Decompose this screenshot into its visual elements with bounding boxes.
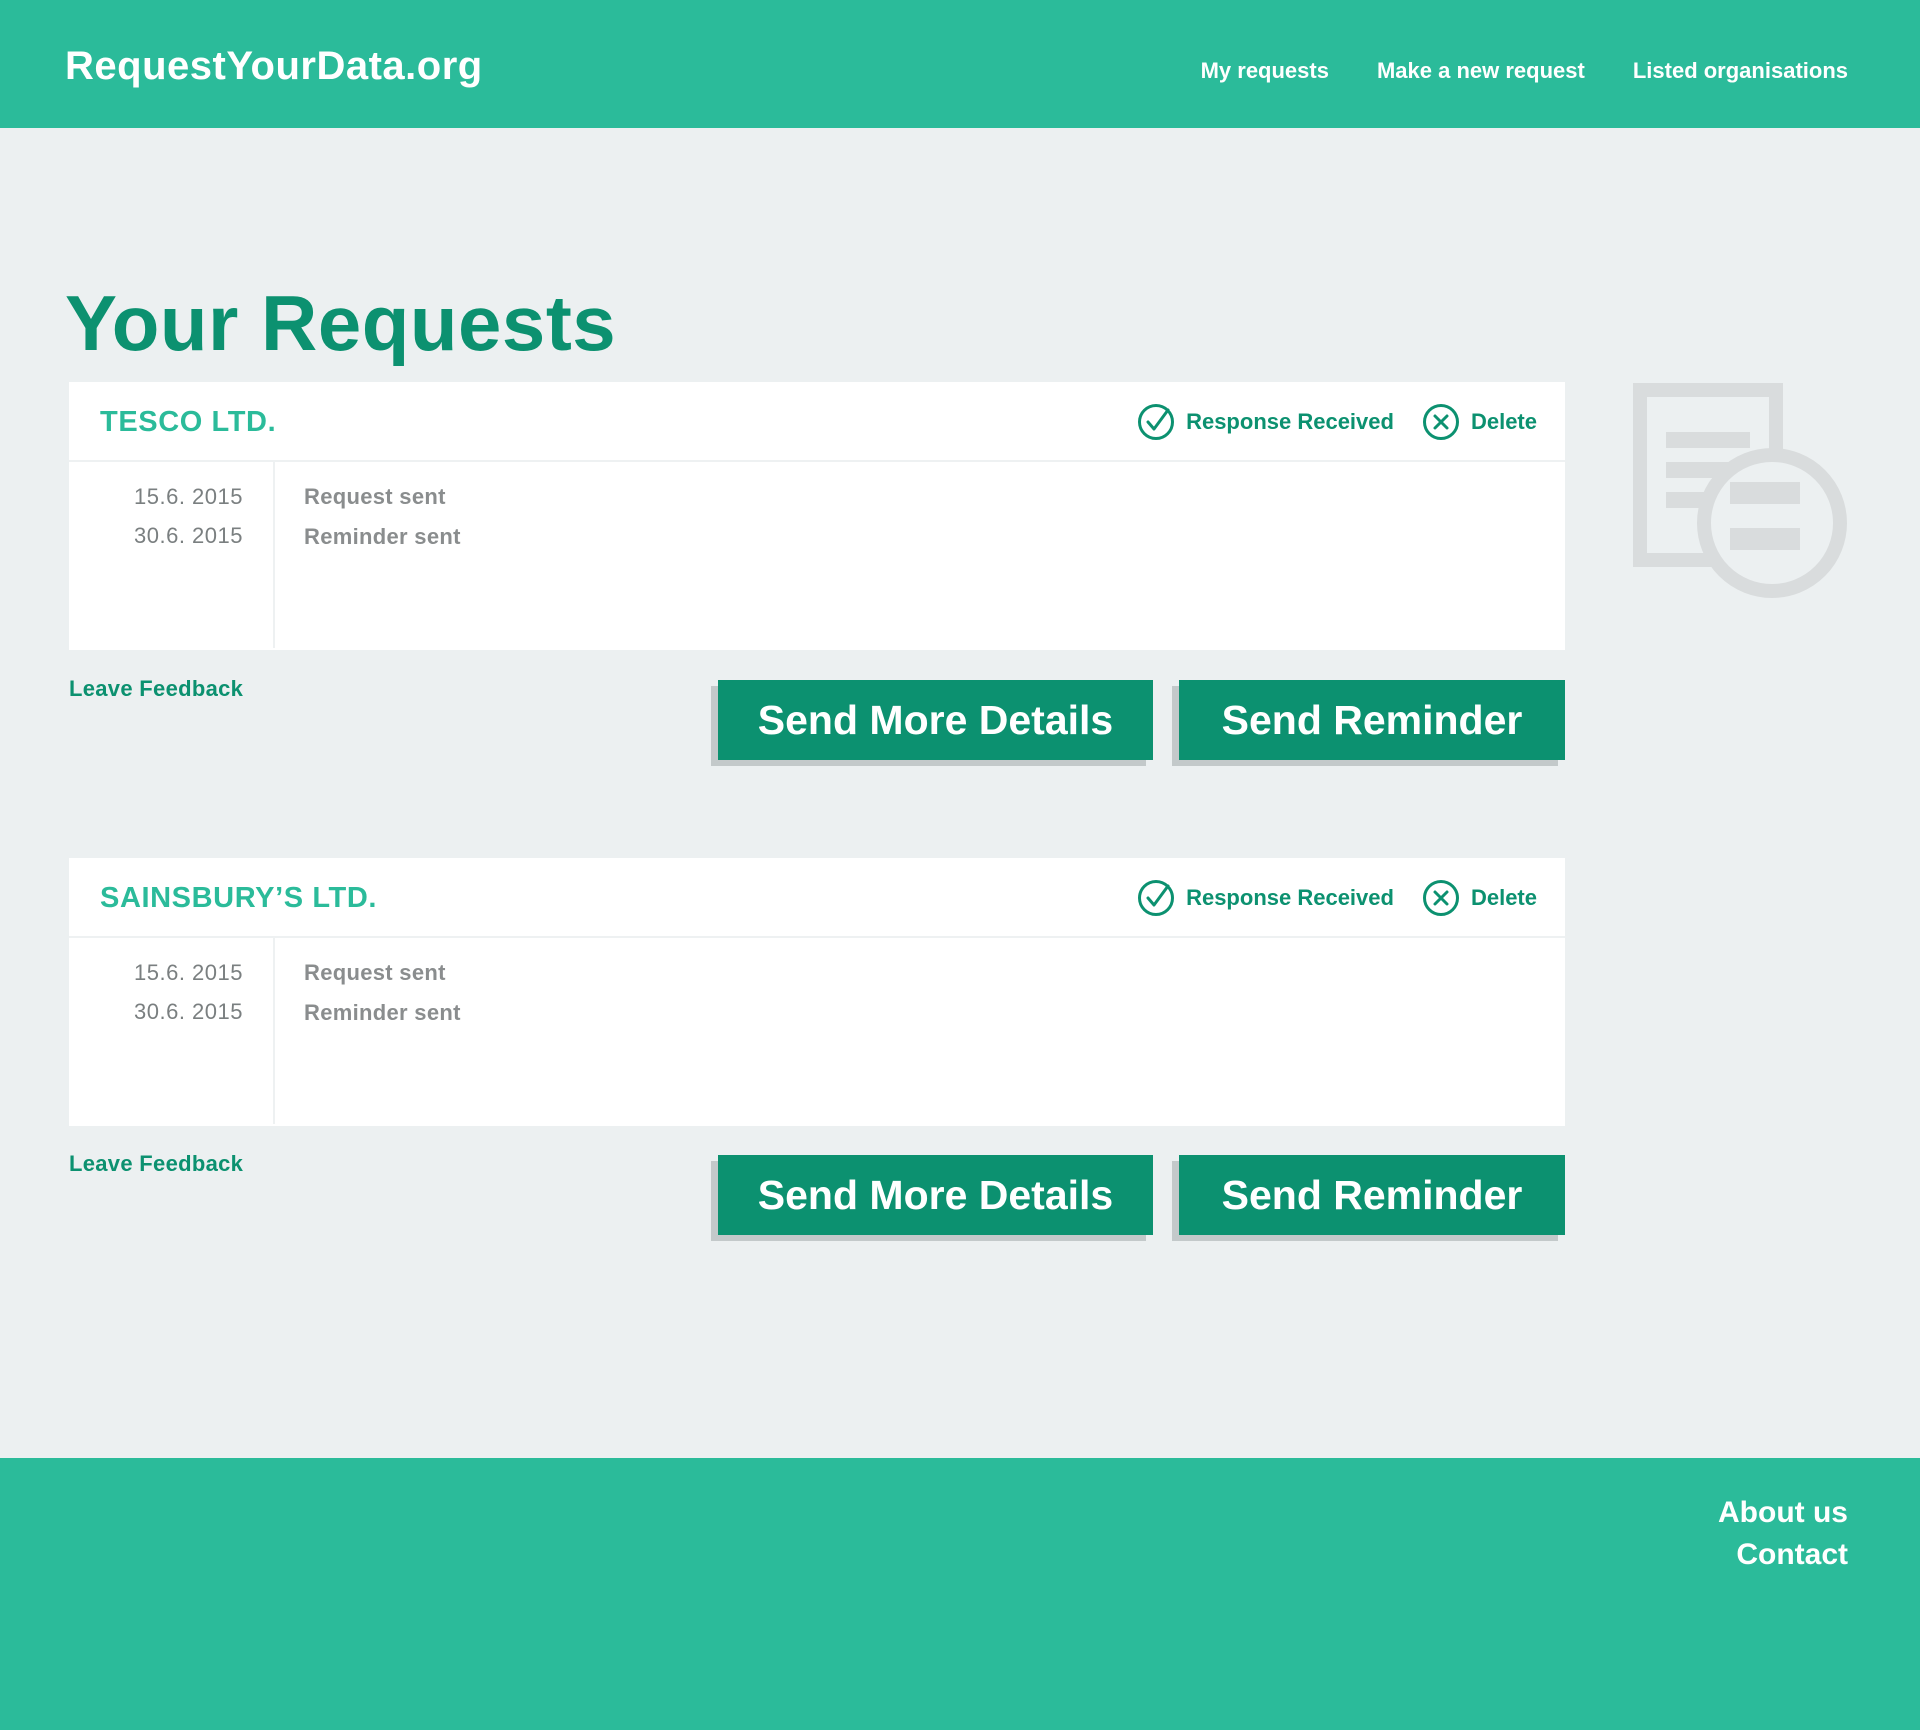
response-received-button[interactable]: Response Received — [1137, 403, 1394, 441]
response-received-label: Response Received — [1186, 409, 1394, 434]
delete-button[interactable]: Delete — [1422, 879, 1537, 917]
event-label: Request sent — [304, 960, 446, 985]
event-label: Reminder sent — [304, 524, 461, 549]
site-footer: About us Contact — [0, 1458, 1920, 1730]
event-date: 15.6. 2015 — [134, 960, 243, 985]
send-more-details-button[interactable]: Send More Details — [718, 680, 1153, 760]
request-card: SAINSBURY’S LTD. Response Received Delet… — [69, 858, 1565, 1126]
company-name: SAINSBURY’S LTD. — [100, 882, 378, 914]
send-more-details-button[interactable]: Send More Details — [718, 1155, 1153, 1235]
delete-label: Delete — [1470, 885, 1537, 910]
request-timeline: 15.6. 2015 30.6. 2015 Request sent Remin… — [69, 462, 1565, 648]
company-name: TESCO LTD. — [100, 406, 277, 438]
event-date: 30.6. 2015 — [134, 523, 243, 548]
footer-links: About us Contact — [1718, 1492, 1848, 1576]
request-timeline: 15.6. 2015 30.6. 2015 Request sent Remin… — [69, 938, 1565, 1124]
footer-link-contact[interactable]: Contact — [1718, 1534, 1848, 1576]
request-card-header: TESCO LTD. Response Received Delete — [69, 382, 1565, 462]
site-header: RequestYourData.org My requests Make a n… — [0, 0, 1920, 128]
delete-button[interactable]: Delete — [1422, 403, 1537, 441]
check-circle-icon — [1138, 880, 1175, 916]
send-reminder-button[interactable]: Send Reminder — [1179, 680, 1565, 760]
event-label: Reminder sent — [304, 1000, 461, 1025]
document-search-icon — [1633, 383, 1847, 598]
check-circle-icon — [1138, 404, 1175, 440]
request-card-header: SAINSBURY’S LTD. Response Received Delet… — [69, 858, 1565, 938]
timeline-dates: 15.6. 2015 30.6. 2015 — [69, 462, 275, 648]
request-card: TESCO LTD. Response Received Delete 15.6… — [69, 382, 1565, 650]
response-received-label: Response Received — [1186, 885, 1394, 910]
delete-label: Delete — [1470, 409, 1537, 434]
request-actions: Response Received Delete — [1137, 879, 1537, 917]
close-circle-icon — [1422, 880, 1459, 916]
event-label: Request sent — [304, 484, 446, 509]
nav-listed-organisations[interactable]: Listed organisations — [1633, 58, 1848, 84]
nav-new-request[interactable]: Make a new request — [1377, 58, 1585, 84]
send-reminder-button[interactable]: Send Reminder — [1179, 1155, 1565, 1235]
response-received-button[interactable]: Response Received — [1137, 879, 1394, 917]
page-title: Your Requests — [65, 279, 617, 367]
request-actions: Response Received Delete — [1137, 403, 1537, 441]
nav-my-requests[interactable]: My requests — [1201, 58, 1329, 84]
leave-feedback-link[interactable]: Leave Feedback — [69, 676, 243, 702]
site-logo[interactable]: RequestYourData.org — [65, 44, 483, 89]
timeline-dates: 15.6. 2015 30.6. 2015 — [69, 938, 275, 1124]
main-nav: My requests Make a new request Listed or… — [1201, 58, 1848, 84]
leave-feedback-link[interactable]: Leave Feedback — [69, 1151, 243, 1177]
footer-link-about[interactable]: About us — [1718, 1492, 1848, 1534]
close-circle-icon — [1422, 404, 1459, 440]
event-date: 15.6. 2015 — [134, 484, 243, 509]
event-date: 30.6. 2015 — [134, 999, 243, 1024]
